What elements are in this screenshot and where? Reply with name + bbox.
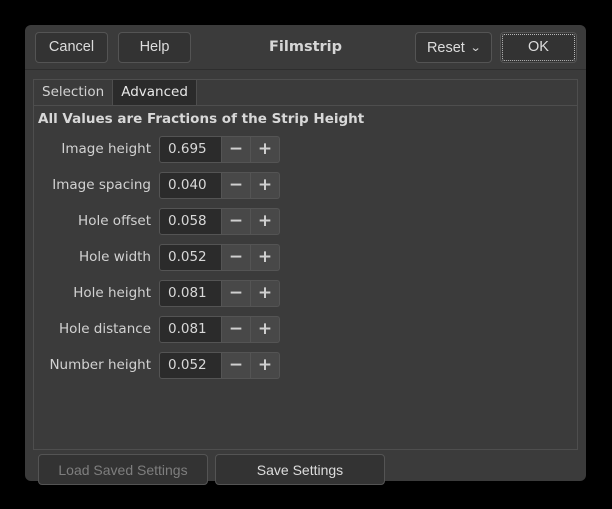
save-settings-button[interactable]: Save Settings bbox=[215, 454, 385, 485]
advanced-tab-panel: All Values are Fractions of the Strip He… bbox=[33, 105, 578, 450]
settings-row: Hole offset 0.058 − + bbox=[34, 205, 577, 241]
settings-row: Hole width 0.052 − + bbox=[34, 241, 577, 277]
reset-label: Reset bbox=[427, 40, 465, 56]
number-height-input[interactable]: 0.052 bbox=[159, 352, 222, 379]
image-height-stepper: 0.695 − + bbox=[159, 136, 280, 163]
row-label: Hole width bbox=[34, 249, 151, 265]
settings-row: Image height 0.695 − + bbox=[34, 133, 577, 169]
help-button[interactable]: Help bbox=[118, 32, 191, 63]
hole-height-increment-button[interactable]: + bbox=[251, 280, 280, 307]
image-height-input[interactable]: 0.695 bbox=[159, 136, 222, 163]
load-saved-settings-button[interactable]: Load Saved Settings bbox=[38, 454, 208, 485]
number-height-stepper: 0.052 − + bbox=[159, 352, 280, 379]
hole-offset-stepper: 0.058 − + bbox=[159, 208, 280, 235]
hole-offset-decrement-button[interactable]: − bbox=[222, 208, 251, 235]
hole-width-increment-button[interactable]: + bbox=[251, 244, 280, 271]
hole-height-input[interactable]: 0.081 bbox=[159, 280, 222, 307]
hole-distance-decrement-button[interactable]: − bbox=[222, 316, 251, 343]
filmstrip-dialog: Cancel Help Filmstrip Reset ⌄ OK Selecti… bbox=[25, 25, 586, 481]
row-label: Number height bbox=[34, 357, 151, 373]
cancel-button[interactable]: Cancel bbox=[35, 32, 108, 63]
hole-distance-input[interactable]: 0.081 bbox=[159, 316, 222, 343]
hole-width-input[interactable]: 0.052 bbox=[159, 244, 222, 271]
hole-offset-increment-button[interactable]: + bbox=[251, 208, 280, 235]
settings-row: Image spacing 0.040 − + bbox=[34, 169, 577, 205]
image-height-increment-button[interactable]: + bbox=[251, 136, 280, 163]
tab-advanced[interactable]: Advanced bbox=[112, 80, 197, 106]
hole-distance-stepper: 0.081 − + bbox=[159, 316, 280, 343]
settings-row: Hole height 0.081 − + bbox=[34, 277, 577, 313]
dialog-body: Selection Advanced All Values are Fracti… bbox=[25, 71, 586, 481]
image-spacing-decrement-button[interactable]: − bbox=[222, 172, 251, 199]
chevron-down-icon: ⌄ bbox=[470, 41, 482, 54]
settings-rows: Image height 0.695 − + Image spacing 0.0… bbox=[34, 133, 577, 385]
settings-row: Hole distance 0.081 − + bbox=[34, 313, 577, 349]
hole-offset-input[interactable]: 0.058 bbox=[159, 208, 222, 235]
ok-button[interactable]: OK bbox=[500, 32, 577, 63]
hole-height-decrement-button[interactable]: − bbox=[222, 280, 251, 307]
row-label: Hole height bbox=[34, 285, 151, 301]
number-height-increment-button[interactable]: + bbox=[251, 352, 280, 379]
image-spacing-increment-button[interactable]: + bbox=[251, 172, 280, 199]
tab-selection[interactable]: Selection bbox=[33, 80, 113, 106]
hole-distance-increment-button[interactable]: + bbox=[251, 316, 280, 343]
hole-height-stepper: 0.081 − + bbox=[159, 280, 280, 307]
settings-row: Number height 0.052 − + bbox=[34, 349, 577, 385]
image-height-decrement-button[interactable]: − bbox=[222, 136, 251, 163]
dialog-header: Cancel Help Filmstrip Reset ⌄ OK bbox=[25, 25, 586, 70]
row-label: Hole offset bbox=[34, 213, 151, 229]
hole-width-decrement-button[interactable]: − bbox=[222, 244, 251, 271]
row-label: Image spacing bbox=[34, 177, 151, 193]
dialog-footer: Load Saved Settings Save Settings bbox=[25, 454, 586, 488]
image-spacing-stepper: 0.040 − + bbox=[159, 172, 280, 199]
row-label: Hole distance bbox=[34, 321, 151, 337]
panel-heading: All Values are Fractions of the Strip He… bbox=[38, 111, 364, 127]
hole-width-stepper: 0.052 − + bbox=[159, 244, 280, 271]
reset-dropdown-button[interactable]: Reset ⌄ bbox=[415, 32, 492, 63]
tab-strip: Selection Advanced bbox=[33, 79, 578, 107]
row-label: Image height bbox=[34, 141, 151, 157]
image-spacing-input[interactable]: 0.040 bbox=[159, 172, 222, 199]
number-height-decrement-button[interactable]: − bbox=[222, 352, 251, 379]
